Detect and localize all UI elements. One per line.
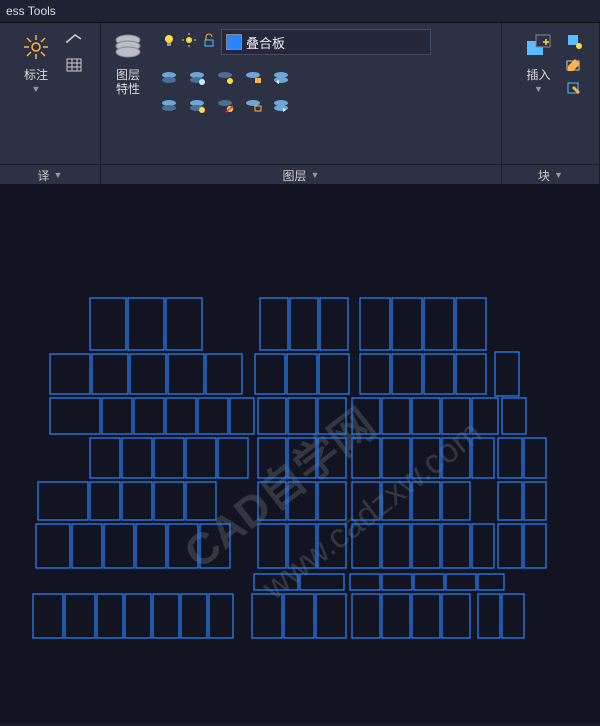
layer-properties-button[interactable]: 图层 特性 — [105, 29, 151, 100]
ribbon: 标注 ▼ 译▼ 图层 特性 — [0, 23, 600, 186]
layer-thaw-icon[interactable] — [185, 93, 209, 117]
chevron-down-icon: ▼ — [54, 170, 63, 180]
leader-icon[interactable] — [64, 31, 84, 51]
chevron-down-icon: ▼ — [534, 84, 543, 94]
layer-name: 叠合板 — [246, 33, 285, 52]
chevron-down-icon: ▼ — [554, 170, 563, 180]
create-block-icon[interactable] — [564, 31, 584, 51]
chevron-down-icon: ▼ — [32, 84, 41, 94]
edit-attributes-icon[interactable] — [564, 79, 584, 99]
active-tab[interactable]: ess Tools — [6, 4, 56, 18]
layer-freeze-icon[interactable] — [185, 65, 209, 89]
insert-block-icon — [524, 33, 554, 66]
layer-unisolate-icon[interactable] — [213, 93, 237, 117]
layer-unlock-icon[interactable] — [241, 93, 265, 117]
dimension-button[interactable]: 标注 ▼ — [16, 29, 56, 162]
panel-layer-title[interactable]: 图层▼ — [101, 164, 501, 185]
dimension-label: 标注 — [24, 68, 48, 82]
sun-icon — [181, 32, 197, 53]
dimension-icon — [22, 33, 50, 66]
layer-properties-label: 图层 特性 — [116, 68, 140, 96]
panel-block-title[interactable]: 块▼ — [502, 164, 599, 185]
layer-properties-icon — [111, 31, 145, 66]
panel-annotation: 标注 ▼ 译▼ — [0, 23, 101, 185]
tab-bar: ess Tools — [0, 0, 600, 23]
layer-match-icon[interactable] — [269, 65, 293, 89]
panel-annotation-title[interactable]: 译▼ — [0, 164, 100, 185]
layer-dropdown[interactable]: 叠合板 — [221, 29, 431, 55]
cad-drawing — [0, 226, 600, 726]
layer-isolate-icon[interactable] — [213, 65, 237, 89]
table-icon[interactable] — [64, 55, 84, 75]
edit-block-icon[interactable] — [564, 55, 584, 75]
block-side-stack — [564, 29, 584, 162]
insert-block-label: 插入 — [526, 68, 550, 82]
lightbulb-on-icon — [161, 32, 177, 53]
chevron-down-icon: ▼ — [311, 170, 320, 180]
layer-color-swatch — [226, 34, 242, 50]
unlock-icon — [201, 32, 217, 53]
panel-layer: 图层 特性 叠合板 — [101, 23, 502, 185]
layer-previous-icon[interactable] — [269, 93, 293, 117]
layer-lock-icon[interactable] — [241, 65, 265, 89]
annotation-side-stack — [64, 29, 84, 162]
panel-block: 插入 ▼ 块▼ — [502, 23, 600, 185]
layer-tools-grid — [157, 61, 435, 145]
current-layer-control[interactable]: 叠合板 — [157, 29, 435, 55]
layer-off-icon[interactable] — [157, 65, 181, 89]
layer-on-icon[interactable] — [157, 93, 181, 117]
insert-block-button[interactable]: 插入 ▼ — [518, 29, 560, 162]
